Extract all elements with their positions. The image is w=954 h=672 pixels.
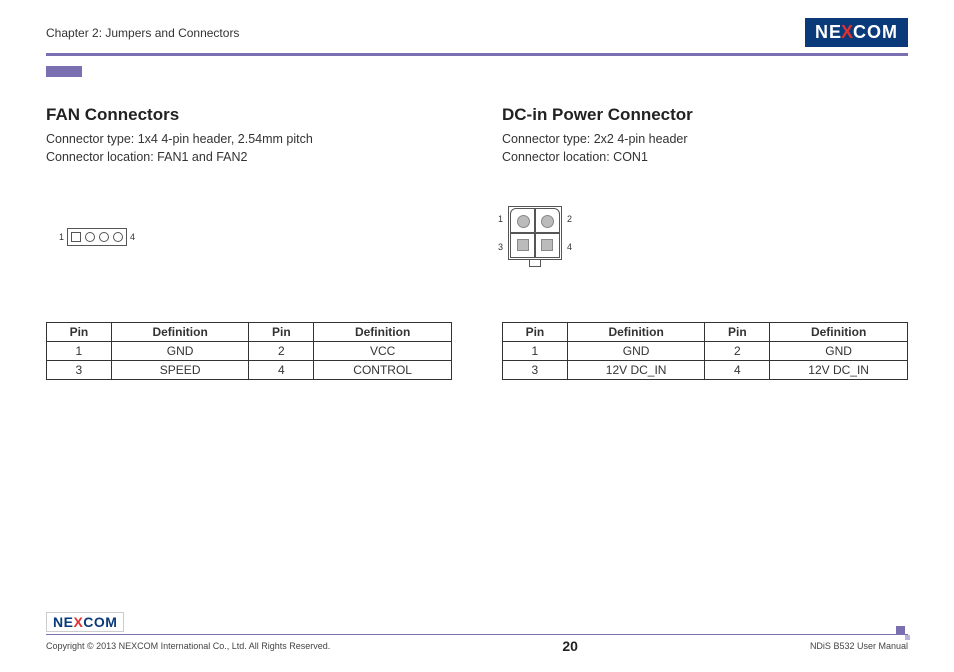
content-columns: FAN Connectors Connector type: 1x4 4-pin… [46, 105, 908, 380]
fan-pin-3-icon [99, 232, 109, 242]
dc-cell [510, 208, 535, 233]
table-row: 3 12V DC_IN 4 12V DC_IN [503, 361, 908, 380]
cell: 3 [503, 361, 568, 380]
dc-cell [534, 232, 559, 257]
dc-pin-icon [517, 215, 530, 228]
th-pin: Pin [705, 323, 770, 342]
table-row: 3 SPEED 4 CONTROL [47, 361, 452, 380]
footer-info-row: Copyright © 2013 NEXCOM International Co… [46, 638, 908, 654]
page-header: Chapter 2: Jumpers and Connectors NEXCOM [46, 18, 908, 56]
fan-section: FAN Connectors Connector type: 1x4 4-pin… [46, 105, 452, 380]
dc-connector-drawing: 1 2 3 4 [508, 206, 562, 260]
dc-pin-icon [541, 215, 554, 228]
fan-pin-1-icon [71, 232, 81, 242]
dc-pin-label-4: 4 [567, 242, 572, 252]
cell: 4 [249, 361, 314, 380]
footer-brand-logo: NEXCOM [46, 612, 124, 632]
cell: VCC [314, 342, 452, 361]
dc-diagram: 1 2 3 4 [502, 194, 908, 314]
th-pin: Pin [47, 323, 112, 342]
header-tab-accent [46, 66, 82, 77]
fan-desc-line2: Connector location: FAN1 and FAN2 [46, 149, 452, 167]
brand-post: COM [853, 22, 898, 43]
cell: 3 [47, 361, 112, 380]
fan-diagram: 1 4 [46, 194, 452, 314]
th-pin: Pin [503, 323, 568, 342]
dc-desc-line2: Connector location: CON1 [502, 149, 908, 167]
fan-connector-drawing: 1 4 [56, 228, 138, 246]
fan-pin-2-icon [85, 232, 95, 242]
table-row: 1 GND 2 VCC [47, 342, 452, 361]
fan-pin-4-icon [113, 232, 123, 242]
page-number: 20 [562, 638, 578, 654]
dc-cell [534, 208, 559, 233]
dc-pin-label-1: 1 [498, 214, 503, 224]
dc-pin-label-3: 3 [498, 242, 503, 252]
th-def: Definition [770, 323, 908, 342]
cell: GND [770, 342, 908, 361]
page-footer: NEXCOM Copyright © 2013 NEXCOM Internati… [46, 612, 908, 654]
document-name: NDiS B532 User Manual [810, 641, 908, 651]
fan-desc-line1: Connector type: 1x4 4-pin header, 2.54mm… [46, 131, 452, 149]
brand-x: X [841, 22, 854, 43]
cell: 2 [249, 342, 314, 361]
brand-pre: NE [815, 22, 842, 43]
table-header-row: Pin Definition Pin Definition [503, 323, 908, 342]
fan-pin-label-1: 1 [59, 232, 64, 242]
cell: 1 [47, 342, 112, 361]
fan-title: FAN Connectors [46, 105, 452, 125]
cell: 12V DC_IN [770, 361, 908, 380]
th-def: Definition [567, 323, 705, 342]
brand-logo: NEXCOM [805, 18, 908, 47]
cell: SPEED [111, 361, 249, 380]
fan-pin-table: Pin Definition Pin Definition 1 GND 2 VC… [46, 322, 452, 380]
chapter-title: Chapter 2: Jumpers and Connectors [46, 26, 239, 40]
brand-pre: NE [53, 614, 73, 630]
dc-cell [510, 232, 535, 257]
dc-title: DC-in Power Connector [502, 105, 908, 125]
brand-post: COM [83, 614, 117, 630]
cell: 12V DC_IN [567, 361, 705, 380]
th-def: Definition [314, 323, 452, 342]
cell: GND [111, 342, 249, 361]
dc-pin-icon [517, 239, 529, 251]
cell: 4 [705, 361, 770, 380]
cell: CONTROL [314, 361, 452, 380]
cell: 1 [503, 342, 568, 361]
th-pin: Pin [249, 323, 314, 342]
copyright-text: Copyright © 2013 NEXCOM International Co… [46, 641, 330, 651]
brand-x: X [73, 614, 83, 630]
fan-frame [67, 228, 127, 246]
dc-pin-label-2: 2 [567, 214, 572, 224]
dc-latch-icon [529, 260, 541, 267]
dc-desc-line1: Connector type: 2x2 4-pin header [502, 131, 908, 149]
dc-pin-icon [541, 239, 553, 251]
cell: 2 [705, 342, 770, 361]
dc-pin-table: Pin Definition Pin Definition 1 GND 2 GN… [502, 322, 908, 380]
th-def: Definition [111, 323, 249, 342]
cell: GND [567, 342, 705, 361]
fan-pin-label-4: 4 [130, 232, 135, 242]
table-header-row: Pin Definition Pin Definition [47, 323, 452, 342]
dc-frame [508, 206, 562, 260]
table-row: 1 GND 2 GND [503, 342, 908, 361]
dc-section: DC-in Power Connector Connector type: 2x… [502, 105, 908, 380]
